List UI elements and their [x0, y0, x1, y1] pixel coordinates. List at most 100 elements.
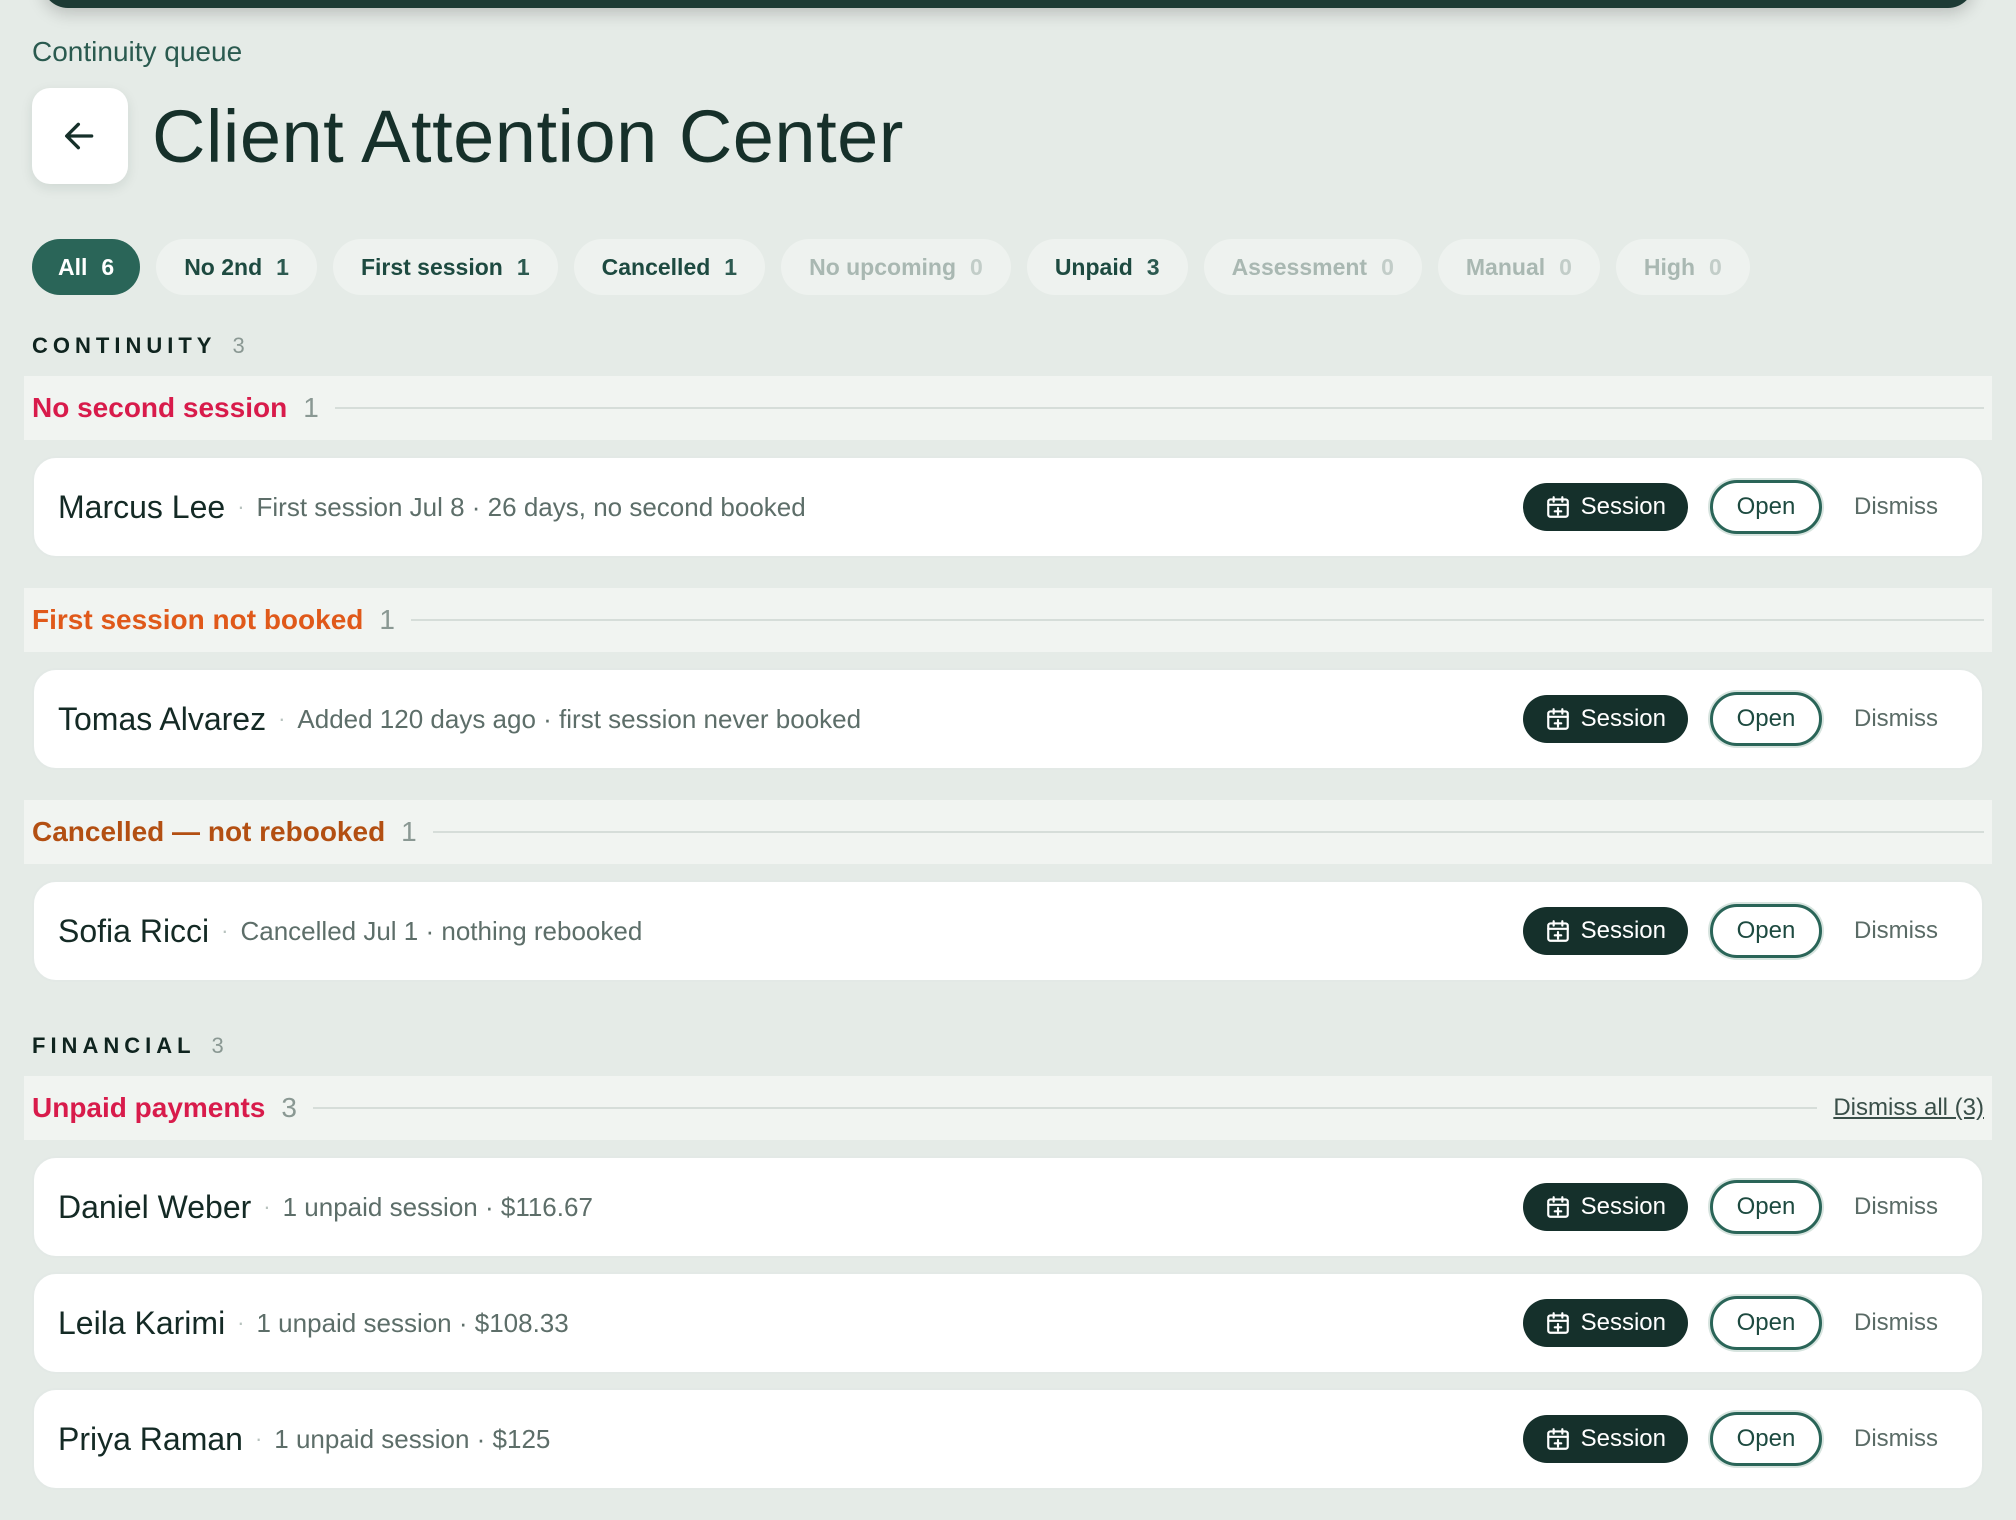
session-button[interactable]: Session — [1522, 907, 1688, 955]
filter-chip-no-2nd[interactable]: No 2nd 1 — [156, 239, 317, 295]
open-button[interactable]: Open — [1710, 480, 1822, 534]
client-detail: First session Jul 8 · 26 days, no second… — [256, 491, 806, 522]
filter-chip-no-upcoming[interactable]: No upcoming 0 — [781, 239, 1011, 295]
dismiss-all-button[interactable]: Dismiss all (3) — [1833, 1094, 1984, 1122]
separator-dot: · — [221, 918, 229, 943]
separator-dot: · — [278, 706, 286, 731]
chip-count: 1 — [724, 253, 738, 280]
group-header-cancelled-not-rebooked: Cancelled — not rebooked 1 — [24, 800, 1992, 864]
top-bar — [42, 0, 1974, 8]
session-label: Session — [1580, 493, 1666, 520]
chip-count: 0 — [970, 253, 983, 280]
dismiss-button[interactable]: Dismiss — [1854, 705, 1938, 733]
client-card[interactable]: Daniel Weber · 1 unpaid session · $116.6… — [32, 1156, 1984, 1258]
session-button[interactable]: Session — [1522, 695, 1688, 743]
divider — [312, 1107, 1818, 1109]
client-name[interactable]: Marcus Lee — [58, 489, 225, 526]
client-name[interactable]: Tomas Alvarez — [58, 701, 266, 738]
chip-label: Manual — [1465, 253, 1546, 280]
chip-label: No upcoming — [809, 253, 957, 280]
dismiss-button[interactable]: Dismiss — [1854, 1193, 1938, 1221]
open-button[interactable]: Open — [1710, 1180, 1822, 1234]
session-button[interactable]: Session — [1522, 1299, 1688, 1347]
session-label: Session — [1580, 917, 1666, 944]
arrow-left-icon — [65, 122, 94, 150]
client-detail: Cancelled Jul 1 · nothing rebooked — [240, 915, 643, 946]
client-detail: 1 unpaid session · $125 — [274, 1423, 551, 1454]
open-button[interactable]: Open — [1710, 1296, 1822, 1350]
back-button[interactable] — [32, 88, 128, 184]
separator-dot: · — [254, 1426, 263, 1451]
client-name[interactable]: Priya Raman — [58, 1421, 243, 1458]
chip-label: No 2nd — [184, 253, 263, 280]
group-title: First session not booked — [32, 604, 364, 635]
client-card[interactable]: Priya Raman · 1 unpaid session · $125 Se… — [32, 1388, 1984, 1490]
separator-dot: · — [237, 1310, 245, 1335]
client-detail: Added 120 days ago · first session never… — [297, 703, 862, 734]
section-label: CONTINUITY — [32, 333, 217, 358]
group-count: 1 — [303, 392, 319, 423]
separator-dot: · — [263, 1194, 271, 1219]
chip-label: High — [1643, 253, 1696, 280]
chip-count: 0 — [1709, 253, 1722, 280]
client-card[interactable]: Tomas Alvarez · Added 120 days ago · fir… — [32, 668, 1984, 770]
calendar-plus-icon — [1546, 1196, 1569, 1218]
dismiss-button[interactable]: Dismiss — [1854, 493, 1938, 521]
chip-count: 1 — [516, 253, 530, 280]
client-name[interactable]: Daniel Weber — [58, 1189, 251, 1226]
section-heading-financial: FINANCIAL 3 — [32, 1033, 224, 1059]
section-count: 3 — [211, 1033, 224, 1058]
chip-count: 0 — [1559, 253, 1572, 280]
session-button[interactable]: Session — [1522, 483, 1688, 531]
client-card[interactable]: Marcus Lee · First session Jul 8 · 26 da… — [32, 456, 1984, 558]
chip-count: 3 — [1146, 253, 1160, 280]
session-label: Session — [1580, 705, 1666, 732]
filter-chip-all[interactable]: All 6 — [32, 239, 141, 295]
page: Continuity queue Client Attention Center… — [0, 0, 2016, 1520]
breadcrumb[interactable]: Continuity queue — [32, 36, 242, 68]
group-count: 3 — [281, 1092, 297, 1123]
calendar-plus-icon — [1546, 1312, 1569, 1334]
client-card[interactable]: Leila Karimi · 1 unpaid session · $108.3… — [32, 1272, 1984, 1374]
filter-chips: All 6 No 2nd 1 First session 1 Cancelled… — [32, 239, 1750, 295]
chip-label: First session — [360, 253, 503, 280]
chip-label: Cancelled — [601, 253, 711, 280]
chip-count: 0 — [1381, 253, 1394, 280]
client-card[interactable]: Sofia Ricci · Cancelled Jul 1 · nothing … — [32, 880, 1984, 982]
filter-chip-assessment[interactable]: Assessment 0 — [1203, 239, 1422, 295]
chip-label: Assessment — [1231, 253, 1368, 280]
chip-count: 1 — [276, 253, 289, 280]
dismiss-button[interactable]: Dismiss — [1854, 1425, 1938, 1453]
filter-chip-manual[interactable]: Manual 0 — [1437, 239, 1600, 295]
group-title: Unpaid payments — [32, 1092, 266, 1123]
group-count: 1 — [401, 816, 417, 847]
open-button[interactable]: Open — [1710, 692, 1822, 746]
session-button[interactable]: Session — [1522, 1415, 1688, 1463]
group-title: Cancelled — not rebooked — [32, 816, 386, 847]
filter-chip-high[interactable]: High 0 — [1615, 239, 1750, 295]
group-header-unpaid-payments: Unpaid payments 3 Dismiss all (3) — [24, 1076, 1992, 1140]
open-button[interactable]: Open — [1710, 904, 1822, 958]
separator-dot: · — [237, 494, 245, 519]
group-header-first-session-not-booked: First session not booked 1 — [24, 588, 1992, 652]
chip-count: 6 — [101, 253, 115, 280]
client-name[interactable]: Leila Karimi — [58, 1305, 225, 1342]
page-header: Client Attention Center — [32, 88, 904, 184]
filter-chip-cancelled[interactable]: Cancelled 1 — [573, 239, 766, 295]
chip-label: Unpaid — [1054, 253, 1133, 280]
group-count: 1 — [379, 604, 395, 635]
section-label: FINANCIAL — [32, 1033, 196, 1058]
client-name[interactable]: Sofia Ricci — [58, 913, 209, 950]
open-button[interactable]: Open — [1710, 1412, 1822, 1466]
session-button[interactable]: Session — [1522, 1183, 1688, 1231]
dismiss-button[interactable]: Dismiss — [1854, 917, 1938, 945]
calendar-plus-icon — [1546, 708, 1569, 730]
divider — [334, 407, 1984, 409]
filter-chip-unpaid[interactable]: Unpaid 3 — [1026, 239, 1188, 295]
filter-chip-first-session[interactable]: First session 1 — [332, 239, 558, 295]
session-label: Session — [1580, 1425, 1666, 1452]
group-title: No second session — [32, 392, 288, 423]
dismiss-button[interactable]: Dismiss — [1854, 1309, 1938, 1337]
calendar-plus-icon — [1546, 1428, 1569, 1450]
session-label: Session — [1580, 1193, 1666, 1220]
